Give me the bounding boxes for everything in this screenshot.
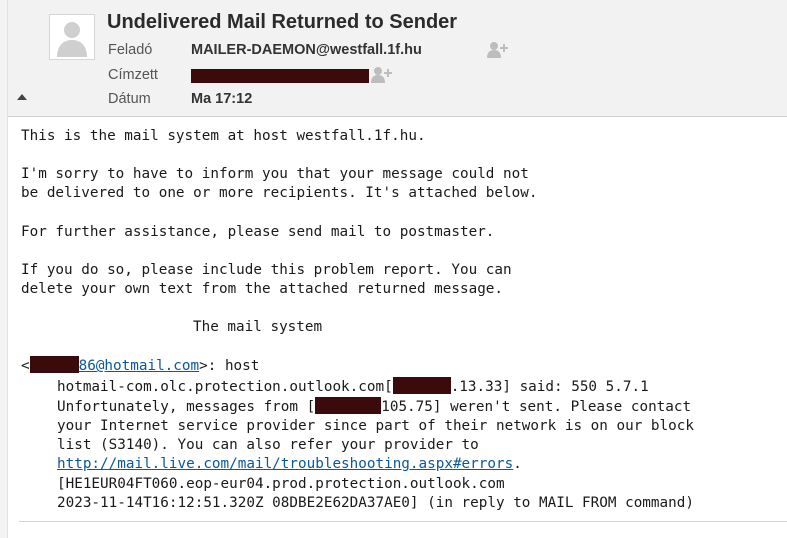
add-contact-icon[interactable]: [370, 66, 394, 84]
from-label: Feladó: [108, 42, 153, 58]
left-panel-edge: [0, 0, 8, 538]
body-line: This is the mail system at host westfall…: [21, 128, 426, 144]
to-label: Címzett: [108, 67, 158, 83]
body-line: your Internet service provider since par…: [57, 418, 694, 435]
from-address[interactable]: MAILER-DAEMON@westfall.1f.hu: [191, 42, 422, 58]
body-line: [HE1EUR04FT060.eop-eur04.prod.protection…: [57, 475, 505, 492]
host-line: hotmail-com.olc.protection.outlook.com[.…: [57, 376, 649, 395]
body-line: 2023-11-14T16:12:51.320Z 08DBE2E62DA37AE…: [57, 494, 694, 511]
message-header: Undelivered Mail Returned to Sender Fela…: [8, 0, 787, 117]
body-line: For further assistance, please send mail…: [21, 223, 495, 240]
to-address-redacted: [191, 67, 369, 84]
message-body: This is the mail system at host westfall…: [21, 127, 781, 513]
body-line: delete your own text from the attached r…: [21, 281, 504, 298]
body-line: If you do so, please include this proble…: [21, 261, 512, 278]
unfortunately-line: Unfortunately, messages from [105.75] we…: [57, 396, 692, 415]
avatar-placeholder-icon: [49, 14, 95, 60]
date-label: Dátum: [108, 91, 151, 107]
date-value: Ma 17:12: [191, 91, 253, 107]
body-line: I'm sorry to have to inform you that you…: [21, 166, 529, 183]
add-contact-icon[interactable]: [486, 41, 510, 59]
collapse-arrow-icon[interactable]: [16, 90, 28, 102]
message-subject: Undelivered Mail Returned to Sender: [107, 11, 458, 33]
body-line: be delivered to one or more recipients. …: [21, 185, 538, 202]
divider: [19, 521, 787, 522]
recipient-line: <86@hotmail.com>: host: [21, 356, 260, 375]
help-link-line: http://mail.live.com/mail/troubleshootin…: [57, 456, 522, 473]
troubleshooting-link[interactable]: http://mail.live.com/mail/troubleshootin…: [57, 456, 513, 472]
body-line: list (S3140). You can also refer your pr…: [57, 437, 479, 454]
recipient-email-link[interactable]: 86@hotmail.com: [29, 356, 199, 374]
signature: The mail system: [193, 319, 323, 336]
